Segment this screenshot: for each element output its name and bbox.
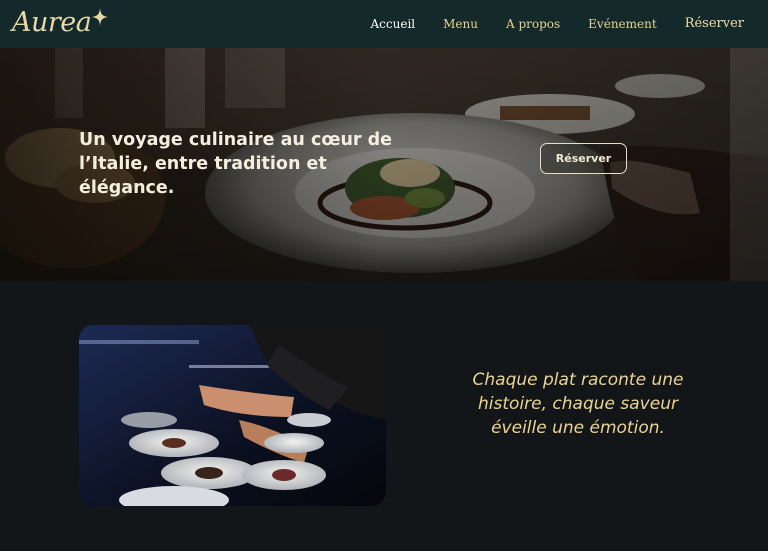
brand-logo[interactable]: Aurea	[12, 6, 109, 40]
chef-plating-image	[79, 325, 386, 506]
hero-section: Un voyage culinaire au cœur de l’Italie,…	[0, 48, 768, 281]
nav-link-accueil[interactable]: Accueil	[371, 0, 416, 48]
story-quote: Chaque plat raconte une histoire, chaque…	[472, 370, 684, 438]
brand-name: Aurea	[12, 7, 92, 38]
nav-link-menu[interactable]: Menu	[443, 0, 478, 48]
navbar: Aurea Accueil Menu A propos Evénement Ré…	[0, 0, 768, 48]
hero-title: Un voyage culinaire au cœur de l’Italie,…	[79, 130, 393, 198]
nav-link-evenement[interactable]: Evénement	[588, 0, 657, 48]
nav-link-reserver[interactable]: Réserver	[685, 0, 744, 48]
reserve-button[interactable]: Réserver	[540, 143, 627, 174]
sparkle-icon	[92, 8, 109, 26]
story-section: Chaque plat raconte une histoire, chaque…	[0, 281, 768, 551]
main-nav: Accueil Menu A propos Evénement Réserver	[343, 0, 745, 48]
nav-link-a-propos[interactable]: A propos	[506, 0, 560, 48]
